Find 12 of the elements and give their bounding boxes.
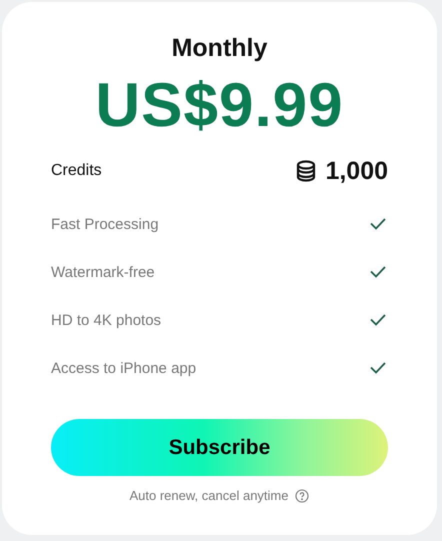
plan-price: US$9.99	[94, 70, 345, 142]
feature-label: Fast Processing	[51, 216, 159, 232]
help-icon[interactable]	[295, 488, 310, 502]
renewal-note: Auto renew, cancel anytime	[130, 488, 288, 503]
plan-title: Monthly	[170, 33, 268, 64]
feature-label: Watermark-free	[51, 264, 155, 280]
credits-label: Credits	[51, 162, 102, 180]
coins-icon	[295, 160, 318, 182]
credits-amount: 1,000	[325, 156, 388, 186]
feature-label: Access to iPhone app	[51, 360, 196, 376]
subscribe-button[interactable]: Subscribe	[51, 419, 388, 476]
feature-label: HD to 4K photos	[51, 312, 162, 328]
